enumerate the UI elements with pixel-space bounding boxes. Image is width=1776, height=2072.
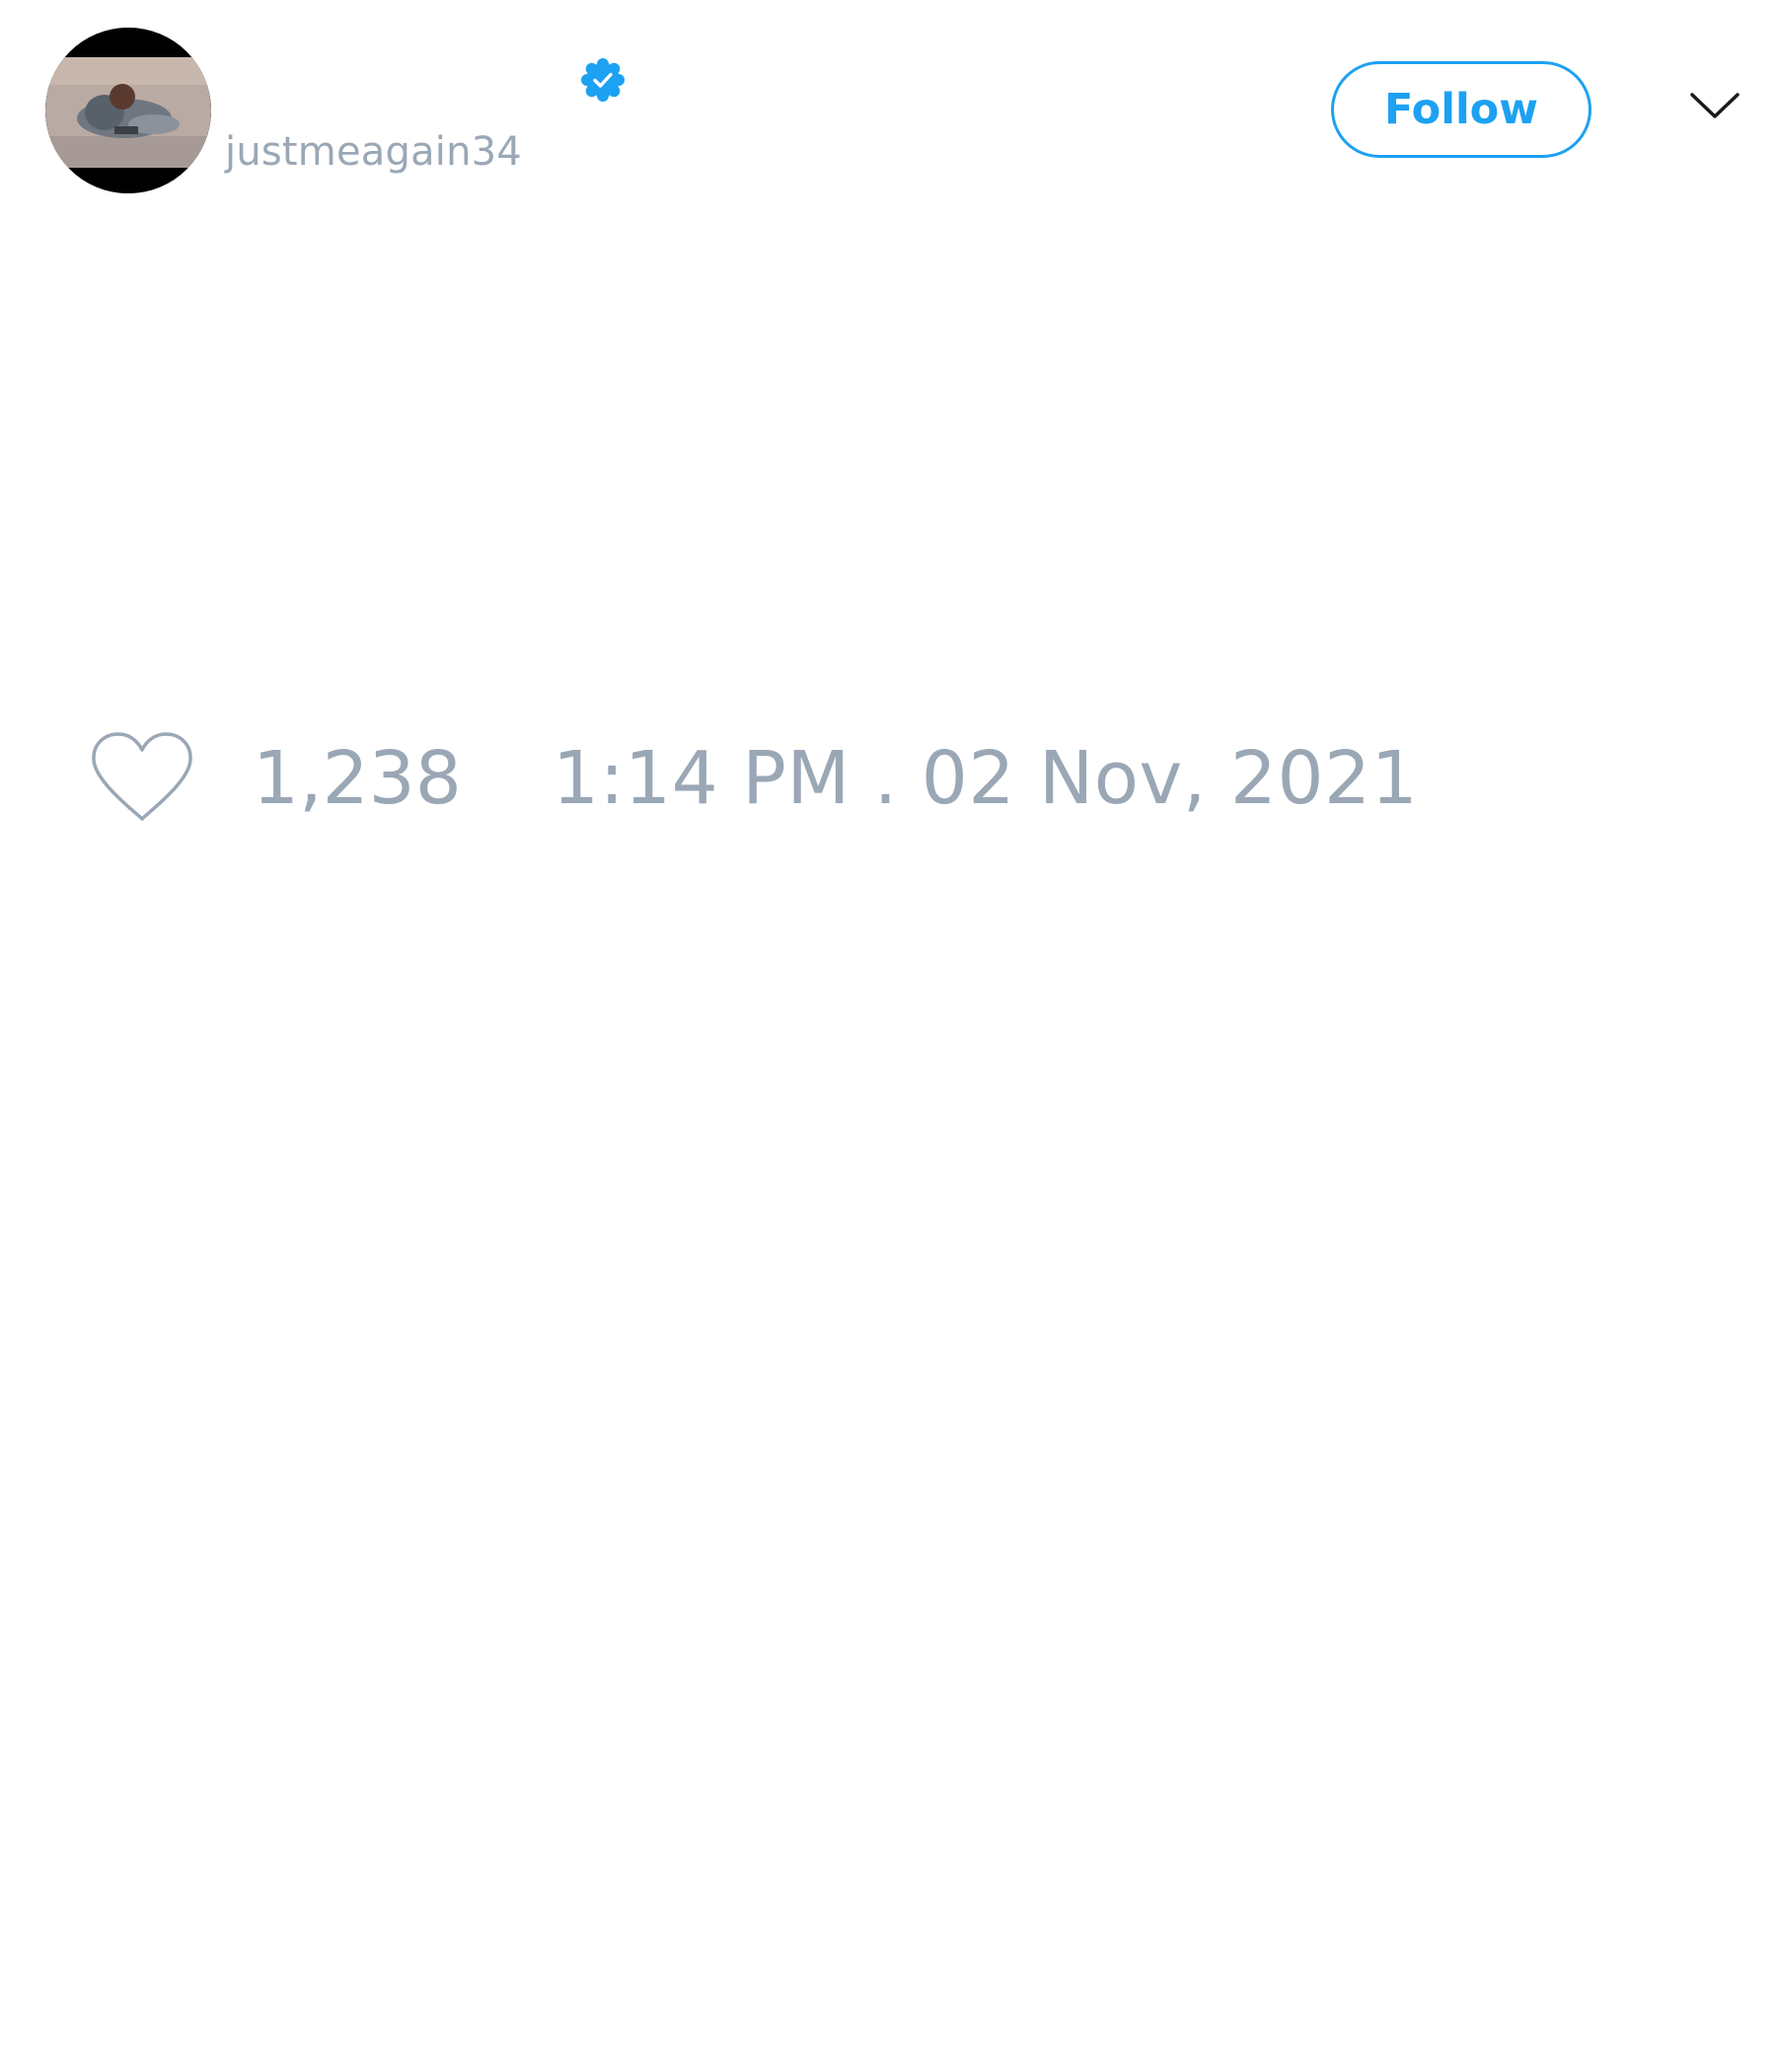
chevron-down-icon[interactable]	[1689, 91, 1740, 120]
heart-icon[interactable]	[89, 730, 195, 825]
verified-badge-icon	[580, 57, 626, 103]
follow-button[interactable]: Follow	[1331, 61, 1591, 158]
avatar[interactable]	[45, 28, 211, 193]
like-count: 1,238	[253, 736, 462, 821]
avatar-image	[45, 28, 211, 193]
tweet-timestamp[interactable]: 1:14 PM . 02 Nov, 2021	[553, 734, 1418, 823]
author-handle[interactable]: justmeagain34	[225, 124, 522, 180]
